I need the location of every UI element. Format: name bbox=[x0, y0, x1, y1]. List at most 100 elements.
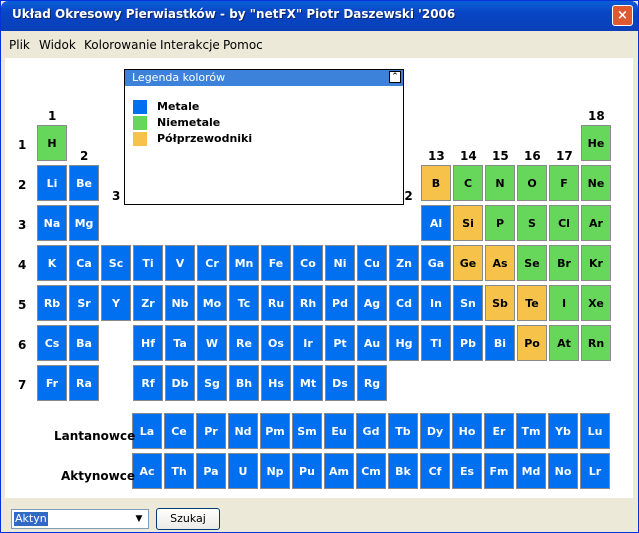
element-cell[interactable]: Mo bbox=[197, 285, 227, 321]
element-cell[interactable]: Xe bbox=[581, 285, 611, 321]
element-cell[interactable]: Zn bbox=[389, 245, 419, 281]
element-cell[interactable]: Db bbox=[165, 365, 195, 401]
element-cell[interactable]: Md bbox=[516, 453, 546, 489]
element-cell[interactable]: Kr bbox=[581, 245, 611, 281]
menu-item-widok[interactable]: Widok bbox=[39, 38, 76, 52]
element-cell[interactable]: Bi bbox=[485, 325, 515, 361]
element-cell[interactable]: Ni bbox=[325, 245, 355, 281]
element-cell[interactable]: Th bbox=[164, 453, 194, 489]
element-cell[interactable]: Pt bbox=[325, 325, 355, 361]
search-button[interactable]: Szukaj bbox=[156, 508, 220, 530]
element-cell[interactable]: Tb bbox=[388, 413, 418, 449]
close-button[interactable]: × bbox=[612, 5, 633, 26]
element-cell[interactable]: Mg bbox=[69, 205, 99, 241]
element-cell[interactable]: Nb bbox=[165, 285, 195, 321]
element-cell[interactable]: Pr bbox=[196, 413, 226, 449]
element-cell[interactable]: Ge bbox=[453, 245, 483, 281]
element-cell[interactable]: Yb bbox=[548, 413, 578, 449]
element-cell[interactable]: Mn bbox=[229, 245, 259, 281]
element-cell[interactable]: Rh bbox=[293, 285, 323, 321]
element-cell[interactable]: Cu bbox=[357, 245, 387, 281]
element-cell[interactable]: Al bbox=[421, 205, 451, 241]
element-cell[interactable]: At bbox=[549, 325, 579, 361]
element-cell[interactable]: O bbox=[517, 165, 547, 201]
element-cell[interactable]: Bk bbox=[388, 453, 418, 489]
element-cell[interactable]: Zr bbox=[133, 285, 163, 321]
element-cell[interactable]: Es bbox=[452, 453, 482, 489]
element-cell[interactable]: Ti bbox=[133, 245, 163, 281]
element-cell[interactable]: Pu bbox=[292, 453, 322, 489]
element-cell[interactable]: Hf bbox=[133, 325, 163, 361]
element-cell[interactable]: Fe bbox=[261, 245, 291, 281]
element-cell[interactable]: Ga bbox=[421, 245, 451, 281]
element-cell[interactable]: Rb bbox=[37, 285, 67, 321]
element-cell[interactable]: Pm bbox=[260, 413, 290, 449]
element-cell[interactable]: Sr bbox=[69, 285, 99, 321]
element-cell[interactable]: Ds bbox=[325, 365, 355, 401]
element-cell[interactable]: Pd bbox=[325, 285, 355, 321]
element-cell[interactable]: Sg bbox=[197, 365, 227, 401]
element-cell[interactable]: B bbox=[421, 165, 451, 201]
element-cell[interactable]: Au bbox=[357, 325, 387, 361]
element-cell[interactable]: Tc bbox=[229, 285, 259, 321]
element-cell[interactable]: Rg bbox=[357, 365, 387, 401]
element-cell[interactable]: W bbox=[197, 325, 227, 361]
element-cell[interactable]: Eu bbox=[324, 413, 354, 449]
element-cell[interactable]: Gd bbox=[356, 413, 386, 449]
element-cell[interactable]: Pb bbox=[453, 325, 483, 361]
element-cell[interactable]: As bbox=[485, 245, 515, 281]
element-cell[interactable]: In bbox=[421, 285, 451, 321]
element-cell[interactable]: C bbox=[453, 165, 483, 201]
element-cell[interactable]: Ce bbox=[164, 413, 194, 449]
element-cell[interactable]: P bbox=[485, 205, 515, 241]
collapse-icon[interactable]: ⌃ bbox=[389, 71, 401, 83]
element-cell[interactable]: Mt bbox=[293, 365, 323, 401]
element-cell[interactable]: Sn bbox=[453, 285, 483, 321]
element-cell[interactable]: Be bbox=[69, 165, 99, 201]
element-cell[interactable]: Dy bbox=[420, 413, 450, 449]
element-cell[interactable]: He bbox=[581, 125, 611, 161]
element-cell[interactable]: Hs bbox=[261, 365, 291, 401]
element-cell[interactable]: Lu bbox=[580, 413, 610, 449]
element-cell[interactable]: Ho bbox=[452, 413, 482, 449]
element-cell[interactable]: Ag bbox=[357, 285, 387, 321]
element-cell[interactable]: F bbox=[549, 165, 579, 201]
element-cell[interactable]: Fr bbox=[37, 365, 67, 401]
element-cell[interactable]: Y bbox=[101, 285, 131, 321]
element-cell[interactable]: No bbox=[548, 453, 578, 489]
element-cell[interactable]: Cs bbox=[37, 325, 67, 361]
element-cell[interactable]: Bh bbox=[229, 365, 259, 401]
element-cell[interactable]: S bbox=[517, 205, 547, 241]
element-cell[interactable]: Ba bbox=[69, 325, 99, 361]
element-cell[interactable]: Rf bbox=[133, 365, 163, 401]
element-cell[interactable]: Os bbox=[261, 325, 291, 361]
element-cell[interactable]: La bbox=[132, 413, 162, 449]
element-cell[interactable]: Cl bbox=[549, 205, 579, 241]
menu-item-interakcje[interactable]: Interakcje bbox=[160, 38, 220, 52]
element-cell[interactable]: Fm bbox=[484, 453, 514, 489]
element-cell[interactable]: N bbox=[485, 165, 515, 201]
element-cell[interactable]: Cd bbox=[389, 285, 419, 321]
element-cell[interactable]: H bbox=[37, 125, 67, 161]
element-cell[interactable]: Lr bbox=[580, 453, 610, 489]
element-cell[interactable]: Co bbox=[293, 245, 323, 281]
element-cell[interactable]: V bbox=[165, 245, 195, 281]
element-cell[interactable]: Ta bbox=[165, 325, 195, 361]
element-cell[interactable]: Am bbox=[324, 453, 354, 489]
element-cell[interactable]: Cm bbox=[356, 453, 386, 489]
element-cell[interactable]: Se bbox=[517, 245, 547, 281]
element-cell[interactable]: Ca bbox=[69, 245, 99, 281]
element-cell[interactable]: Si bbox=[453, 205, 483, 241]
element-cell[interactable]: Sc bbox=[101, 245, 131, 281]
element-cell[interactable]: Re bbox=[229, 325, 259, 361]
element-cell[interactable]: Ra bbox=[69, 365, 99, 401]
element-cell[interactable]: Cf bbox=[420, 453, 450, 489]
title-bar[interactable]: Układ Okresowy Pierwiastków - by "netFX"… bbox=[1, 1, 638, 31]
element-cell[interactable]: K bbox=[37, 245, 67, 281]
element-cell[interactable]: Ru bbox=[261, 285, 291, 321]
element-cell[interactable]: Li bbox=[37, 165, 67, 201]
element-cell[interactable]: Pa bbox=[196, 453, 226, 489]
element-cell[interactable]: Er bbox=[484, 413, 514, 449]
element-cell[interactable]: Ar bbox=[581, 205, 611, 241]
menu-item-pomoc[interactable]: Pomoc bbox=[223, 38, 263, 52]
